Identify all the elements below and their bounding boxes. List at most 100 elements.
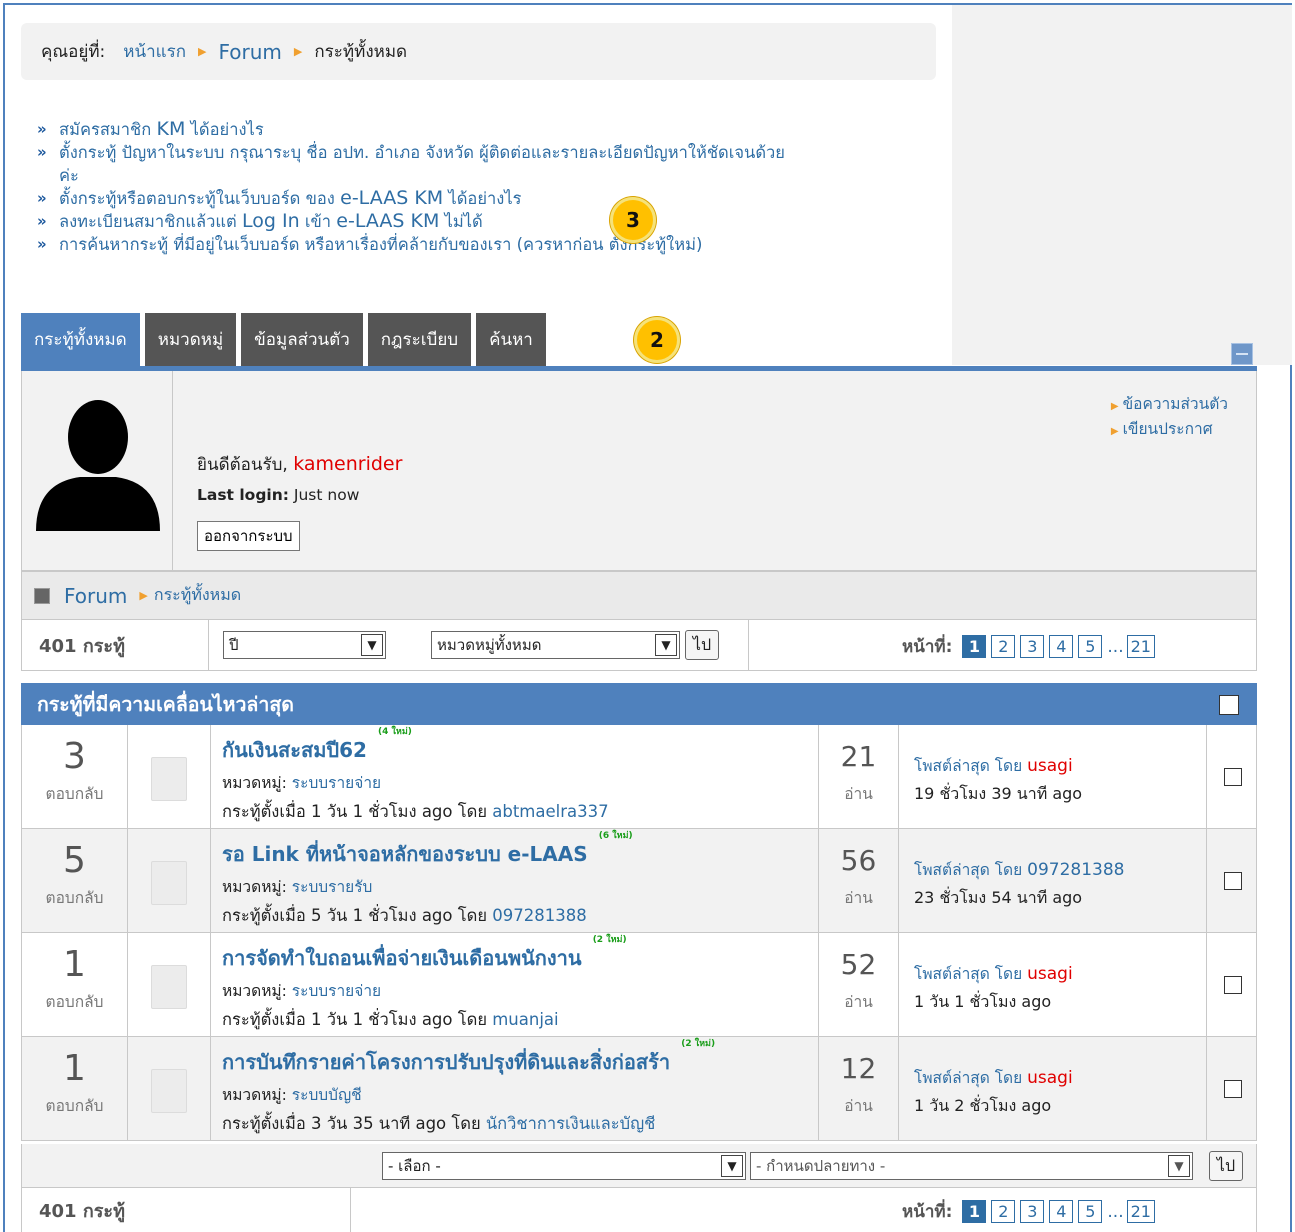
double-chevron-icon: » xyxy=(37,143,47,161)
divider xyxy=(208,620,209,670)
document-icon xyxy=(151,965,187,1009)
document-icon xyxy=(151,861,187,905)
new-badge: (2 ใหม่) xyxy=(681,1039,716,1049)
table-row: 1 ตอบกลับ การบันทึกรายค่าโครงการปรับปรุงท… xyxy=(21,1037,1257,1141)
author-link[interactable]: abtmaelra337 xyxy=(492,802,608,821)
private-message-link[interactable]: ▶ ข้อความส่วนตัว xyxy=(1111,393,1228,418)
breadcrumb-forum-link[interactable]: Forum xyxy=(218,40,281,64)
select-all-checkbox[interactable] xyxy=(1219,695,1239,715)
chevron-down-icon: ▼ xyxy=(1168,1155,1190,1177)
chevron-down-icon: ▼ xyxy=(655,634,677,656)
bulk-action-bar: - เลือก - ▼ - กำหนดปลายทาง - ▼ ไป xyxy=(21,1144,1257,1188)
tab-categories[interactable]: หมวดหมู่ xyxy=(144,313,237,366)
page-link[interactable]: 2 xyxy=(991,635,1016,658)
category-select[interactable]: หมวดหมู่ทั้งหมด ▼ xyxy=(431,631,680,659)
topic-title-link[interactable]: การบันทึกรายค่าโครงการปรับปรุงที่ดินและส… xyxy=(222,1039,715,1078)
breadcrumb-current: กระทู้ทั้งหมด xyxy=(314,42,408,62)
document-icon xyxy=(151,1069,187,1113)
tab-all-topics[interactable]: กระทู้ทั้งหมด xyxy=(21,313,140,366)
breadcrumb: คุณอยู่ที่: หน้าแรก ▶ Forum ▶ กระทู้ทั้ง… xyxy=(21,23,936,80)
avatar xyxy=(22,371,173,570)
chevron-right-icon: ▶ xyxy=(198,45,207,58)
chevron-down-icon: ▼ xyxy=(361,634,383,656)
filter-go-button[interactable]: ไป xyxy=(685,630,719,660)
topic-list-header: กระทู้ที่มีความเคลื่อนไหวล่าสุด xyxy=(21,683,1257,725)
chevron-right-icon: ▶ xyxy=(293,45,303,58)
category-link[interactable]: ระบบบัญชี xyxy=(292,1086,362,1104)
new-badge: (2 ใหม่) xyxy=(592,935,627,945)
page-link[interactable]: 3 xyxy=(1020,635,1045,658)
topic-count-footer: 401 กระทู้ xyxy=(39,1200,125,1222)
table-row: 1 ตอบกลับ การจัดทำใบถอนเพื่อจ่ายเงินเดือน… xyxy=(21,933,1257,1037)
forum-breadcrumb: Forum ▶ กระทู้ทั้งหมด xyxy=(21,571,1257,620)
author-link[interactable]: muanjai xyxy=(492,1010,558,1029)
user-silhouette-icon xyxy=(36,400,160,531)
year-select[interactable]: ปี ▼ xyxy=(223,631,386,659)
new-badge: (4 ใหม่) xyxy=(378,727,412,737)
tab-rules[interactable]: กฎระเบียบ xyxy=(367,313,472,366)
chevron-down-icon: ▼ xyxy=(721,1155,743,1177)
right-panel xyxy=(952,5,1292,365)
help-link[interactable]: » ตั้งกระทู้ ปัญหาในระบบ กรุณาระบุ ชื่อ … xyxy=(37,141,942,187)
tab-search[interactable]: ค้นหา xyxy=(476,313,546,366)
row-checkbox[interactable] xyxy=(1224,976,1242,994)
table-row: 3 ตอบกลับ กันเงินสะสมปี62 (4 ใหม่) หมวดหมู… xyxy=(21,725,1257,829)
document-icon xyxy=(151,757,187,801)
page-link[interactable]: 5 xyxy=(1078,1200,1103,1223)
breadcrumb-prefix: คุณอยู่ที่: xyxy=(41,42,106,62)
row-checkbox[interactable] xyxy=(1224,872,1242,890)
help-link[interactable]: » สมัครสมาชิก KM ได้อย่างไร xyxy=(37,118,942,141)
topic-count: 401 กระทู้ xyxy=(39,635,125,657)
help-link[interactable]: » การค้นหากระทู้ ที่มีอยู่ในเว็บบอร์ด หร… xyxy=(37,233,942,256)
category-link[interactable]: ระบบรายจ่าย xyxy=(292,774,381,792)
page-link[interactable]: 1 xyxy=(962,1200,987,1223)
welcome-text: ยินดีต้อนรับ, kamenrider xyxy=(197,453,403,475)
topic-title-link[interactable]: รอ Link ที่หน้าจอหลักของระบบ e-LAAS (6 ให… xyxy=(222,831,633,870)
help-link[interactable]: » ตั้งกระทู้หรือตอบกระทู้ในเว็บบอร์ด ของ… xyxy=(37,187,942,210)
footer-bar: 401 กระทู้ หน้าที่: 1 2 3 4 5 ... 21 xyxy=(21,1188,1257,1232)
new-badge: (6 ใหม่) xyxy=(598,831,633,841)
triangle-right-icon: ▶ xyxy=(1110,401,1119,412)
row-checkbox[interactable] xyxy=(1224,1080,1242,1098)
logout-button[interactable]: ออกจากระบบ xyxy=(197,521,300,551)
annotation-badge-3: 3 xyxy=(610,197,656,243)
page-link[interactable]: 1 xyxy=(962,635,987,658)
page-link-last[interactable]: 21 xyxy=(1126,1200,1155,1223)
username: kamenrider xyxy=(293,453,403,475)
action-select[interactable]: - เลือก - ▼ xyxy=(382,1152,746,1180)
last-poster-link[interactable]: usagi xyxy=(1027,756,1073,776)
help-links: » สมัครสมาชิก KM ได้อย่างไร » ตั้งกระทู้… xyxy=(37,118,942,256)
double-chevron-icon: » xyxy=(37,212,47,230)
last-poster-link[interactable]: 097281388 xyxy=(1027,860,1124,880)
page-link-last[interactable]: 21 xyxy=(1126,635,1155,658)
author-link[interactable]: 097281388 xyxy=(492,906,586,925)
double-chevron-icon: » xyxy=(37,235,47,253)
pagination-footer: หน้าที่: 1 2 3 4 5 ... 21 xyxy=(902,1198,1160,1225)
forum-crumb-current[interactable]: กระทู้ทั้งหมด xyxy=(154,583,241,608)
last-poster-link[interactable]: usagi xyxy=(1027,964,1073,984)
category-link[interactable]: ระบบรายจ่าย xyxy=(292,982,381,1000)
help-link[interactable]: » ลงทะเบียนสมาชิกแล้วแต่ Log In เข้า e-L… xyxy=(37,210,942,233)
action-go-button[interactable]: ไป xyxy=(1209,1151,1243,1181)
breadcrumb-home-link[interactable]: หน้าแรก xyxy=(123,38,186,65)
tab-profile[interactable]: ข้อมูลส่วนตัว xyxy=(241,313,363,366)
topic-title-link[interactable]: กันเงินสะสมปี62 (4 ใหม่) xyxy=(222,727,412,766)
page-link[interactable]: 5 xyxy=(1078,635,1103,658)
category-link[interactable]: ระบบรายรับ xyxy=(292,878,373,896)
last-poster-link[interactable]: usagi xyxy=(1027,1068,1073,1088)
profile-panel: ยินดีต้อนรับ, kamenrider Last login: Jus… xyxy=(21,371,1257,571)
page-link[interactable]: 2 xyxy=(991,1200,1016,1223)
divider xyxy=(748,620,749,670)
triangle-right-icon: ▶ xyxy=(139,589,148,602)
topic-title-link[interactable]: การจัดทำใบถอนเพื่อจ่ายเงินเดือนพนักงาน (2… xyxy=(222,935,627,974)
page-link[interactable]: 4 xyxy=(1049,1200,1074,1223)
write-announcement-link[interactable]: ▶ เขียนประกาศ xyxy=(1111,418,1228,443)
page-link[interactable]: 4 xyxy=(1049,635,1074,658)
destination-select[interactable]: - กำหนดปลายทาง - ▼ xyxy=(750,1152,1193,1180)
page-link[interactable]: 3 xyxy=(1020,1200,1045,1223)
annotation-badge-2: 2 xyxy=(634,317,680,363)
row-checkbox[interactable] xyxy=(1224,768,1242,786)
forum-link[interactable]: Forum xyxy=(64,584,127,608)
author-link[interactable]: นักวิชาการเงินและบัญชี xyxy=(486,1114,655,1133)
collapse-icon[interactable] xyxy=(1231,343,1253,365)
